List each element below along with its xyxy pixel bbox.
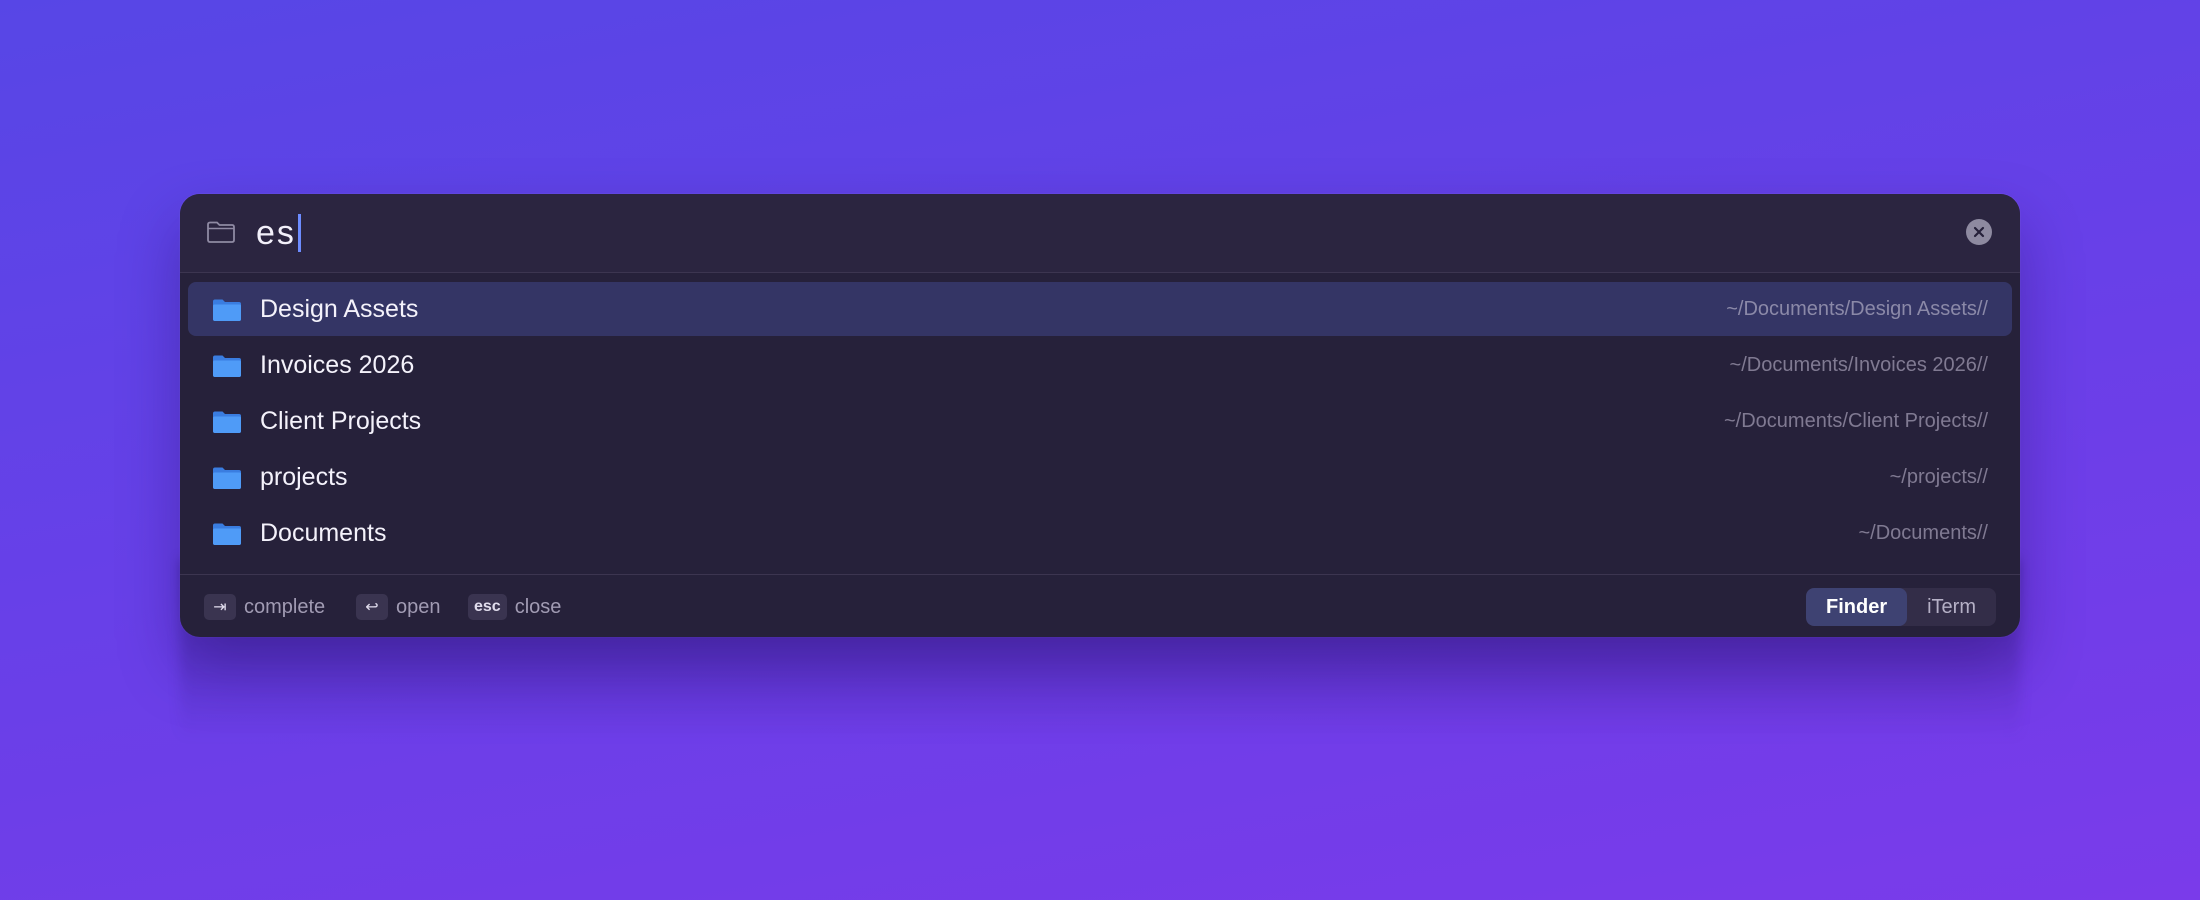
hint-complete: ⇥ complete xyxy=(204,594,325,620)
result-path: ~/Documents/Invoices 2026// xyxy=(1729,354,1988,376)
open-target-switch[interactable]: Finder iTerm xyxy=(1805,588,1996,626)
result-name: Design Assets xyxy=(260,295,419,323)
search-input[interactable]: es xyxy=(256,212,301,254)
result-path: ~/Documents/Client Projects// xyxy=(1724,410,1988,432)
target-option-finder[interactable]: Finder xyxy=(1805,588,1908,626)
esc-key-badge: esc xyxy=(468,594,507,620)
hint-open: ↩ open xyxy=(356,594,441,620)
target-option-iterm[interactable]: iTerm xyxy=(1907,588,1996,626)
result-path: ~/Documents/Design Assets// xyxy=(1726,298,1988,320)
result-path: ~/Documents// xyxy=(1858,522,1988,544)
result-item[interactable]: Invoices 2026 ~/Documents/Invoices 2026/… xyxy=(188,338,2012,392)
result-name: Client Projects xyxy=(260,407,422,435)
divider xyxy=(180,272,2020,273)
footer-bar: ⇥ complete ↩ open esc close Finder iTerm xyxy=(180,575,2020,637)
clear-search-button[interactable] xyxy=(1966,219,1992,245)
result-item[interactable]: Design Assets ~/Documents/Design Assets/… xyxy=(188,282,2012,336)
folder-outline-icon xyxy=(207,221,235,243)
hint-label: complete xyxy=(244,595,326,618)
folder-icon xyxy=(213,355,241,377)
text-caret xyxy=(297,214,301,252)
folder-icon xyxy=(213,299,241,321)
results-list: Design Assets ~/Documents/Design Assets/… xyxy=(188,282,2012,562)
return-key-badge: ↩ xyxy=(356,594,388,620)
tab-key-badge: ⇥ xyxy=(204,594,236,620)
result-item[interactable]: projects ~/projects// xyxy=(188,450,2012,504)
close-icon xyxy=(1973,226,1985,238)
folder-jump-panel: es Design Assets ~/Documents/Design Asse… xyxy=(180,194,2020,637)
hint-label: close xyxy=(514,595,562,618)
result-name: Documents xyxy=(260,519,387,547)
search-bar[interactable]: es xyxy=(180,194,2020,272)
hint-label: open xyxy=(396,595,441,618)
search-query-text: es xyxy=(256,214,296,252)
hint-close: esc close xyxy=(468,594,561,620)
folder-icon xyxy=(213,523,241,545)
result-name: Invoices 2026 xyxy=(260,351,415,379)
result-item[interactable]: Documents ~/Documents// xyxy=(188,506,2012,560)
folder-icon xyxy=(213,411,241,433)
result-path: ~/projects// xyxy=(1889,466,1988,488)
folder-icon xyxy=(213,467,241,489)
result-name: projects xyxy=(260,463,348,491)
result-item[interactable]: Client Projects ~/Documents/Client Proje… xyxy=(188,394,2012,448)
